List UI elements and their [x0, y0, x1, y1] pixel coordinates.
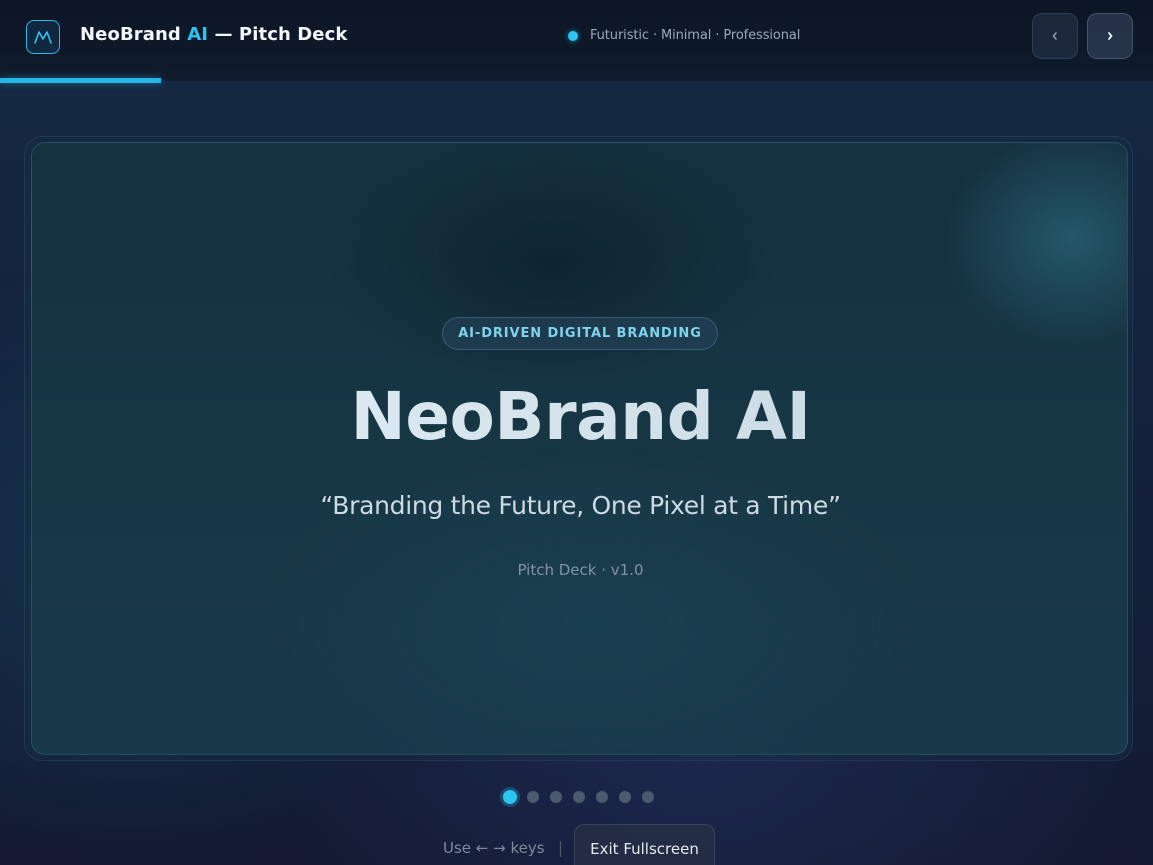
pagination-dot[interactable]: [596, 791, 608, 803]
brand-name: NeoBrand: [80, 24, 181, 45]
chevron-right-icon: [1108, 32, 1113, 40]
previous-slide-button[interactable]: [1032, 13, 1078, 59]
pagination-dot[interactable]: [550, 791, 562, 803]
slide-progress-bar: [0, 78, 1153, 83]
hint-separator: |: [558, 839, 564, 857]
pagination-dot[interactable]: [503, 790, 517, 804]
keyboard-hint: Use ← → keys: [443, 839, 545, 857]
brand-suffix: — Pitch Deck: [208, 24, 348, 45]
status-text: Futuristic · Minimal · Professional: [590, 28, 801, 43]
slide-title: NeoBrand AI: [32, 375, 1127, 459]
pagination-dot[interactable]: [642, 791, 654, 803]
brand-accent: AI: [187, 24, 209, 45]
pagination-dot[interactable]: [573, 791, 585, 803]
status-dot-icon: [568, 30, 578, 41]
deck-version: Pitch Deck · v1.0: [517, 561, 644, 579]
slide-card: AI-DRIVEN DIGITAL BRANDING NeoBrand AI “…: [31, 142, 1128, 755]
brand-title: NeoBrand AI — Pitch Deck: [80, 24, 347, 45]
exit-fullscreen-button[interactable]: Exit Fullscreen: [574, 824, 715, 865]
slide-pagination: [503, 790, 665, 804]
progress-fill: [0, 78, 162, 83]
pagination-dot[interactable]: [619, 791, 631, 803]
pagination-dot[interactable]: [527, 791, 539, 803]
slide-tagline: “Branding the Future, One Pixel at a Tim…: [320, 491, 841, 520]
next-slide-button[interactable]: [1087, 13, 1133, 59]
style-status: Futuristic · Minimal · Professional: [568, 28, 800, 43]
top-bar: NeoBrand AI — Pitch Deck Futuristic · Mi…: [0, 0, 1153, 83]
slide-badge: AI-DRIVEN DIGITAL BRANDING: [442, 317, 718, 350]
m-logo-icon: [26, 20, 60, 54]
pitch-deck-app: NeoBrand AI — Pitch Deck Futuristic · Mi…: [0, 0, 1153, 865]
chevron-left-icon: [1052, 32, 1057, 40]
